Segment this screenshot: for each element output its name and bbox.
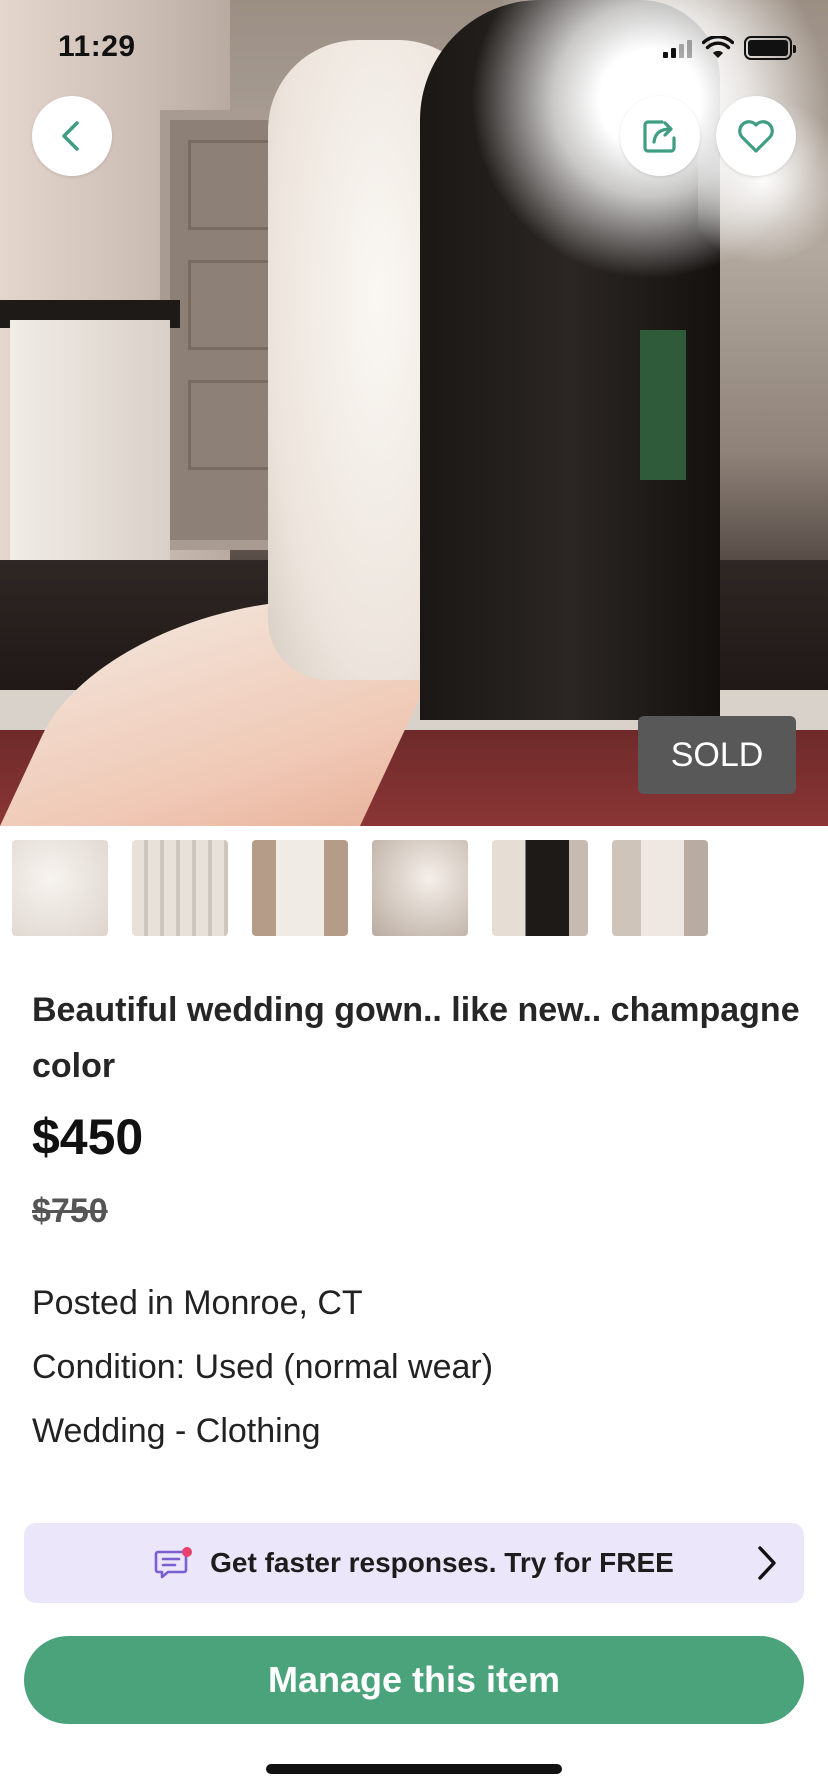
listing-price: $450 — [32, 1109, 144, 1165]
thumbnail[interactable] — [132, 840, 228, 936]
thumbnail[interactable] — [372, 840, 468, 936]
thumbnail[interactable] — [492, 840, 588, 936]
status-icons — [663, 36, 796, 60]
cellular-signal-icon — [663, 38, 692, 58]
photo-stole — [640, 330, 686, 480]
listing-category[interactable]: Wedding - Clothing — [32, 1412, 321, 1451]
wifi-icon — [702, 36, 734, 58]
favorite-button[interactable] — [716, 96, 796, 176]
promo-banner[interactable]: Get faster responses. Try for FREE — [24, 1523, 804, 1603]
message-icon — [154, 1547, 193, 1579]
photo-thumbnails — [12, 840, 708, 936]
home-indicator[interactable] — [266, 1764, 562, 1774]
manage-item-button[interactable]: Manage this item — [24, 1636, 804, 1724]
listing-photo[interactable] — [0, 0, 828, 826]
back-button[interactable] — [32, 96, 112, 176]
sold-badge: SOLD — [638, 716, 796, 794]
chevron-right-icon — [758, 1546, 776, 1580]
back-chevron-icon — [62, 121, 79, 151]
status-time: 11:29 — [58, 30, 136, 63]
share-button[interactable] — [620, 96, 700, 176]
share-icon — [643, 120, 676, 153]
thumbnail[interactable] — [12, 840, 108, 936]
thumbnail[interactable] — [612, 840, 708, 936]
thumbnail[interactable] — [252, 840, 348, 936]
heart-icon — [738, 120, 774, 153]
promo-text: Get faster responses. Try for FREE — [210, 1547, 674, 1578]
listing-location: Posted in Monroe, CT — [32, 1284, 363, 1322]
battery-icon — [744, 36, 796, 60]
listing-title: Beautiful wedding gown.. like new.. cham… — [32, 991, 800, 1085]
listing-condition: Condition: Used (normal wear) — [32, 1348, 494, 1386]
original-price: $750 — [32, 1192, 108, 1230]
